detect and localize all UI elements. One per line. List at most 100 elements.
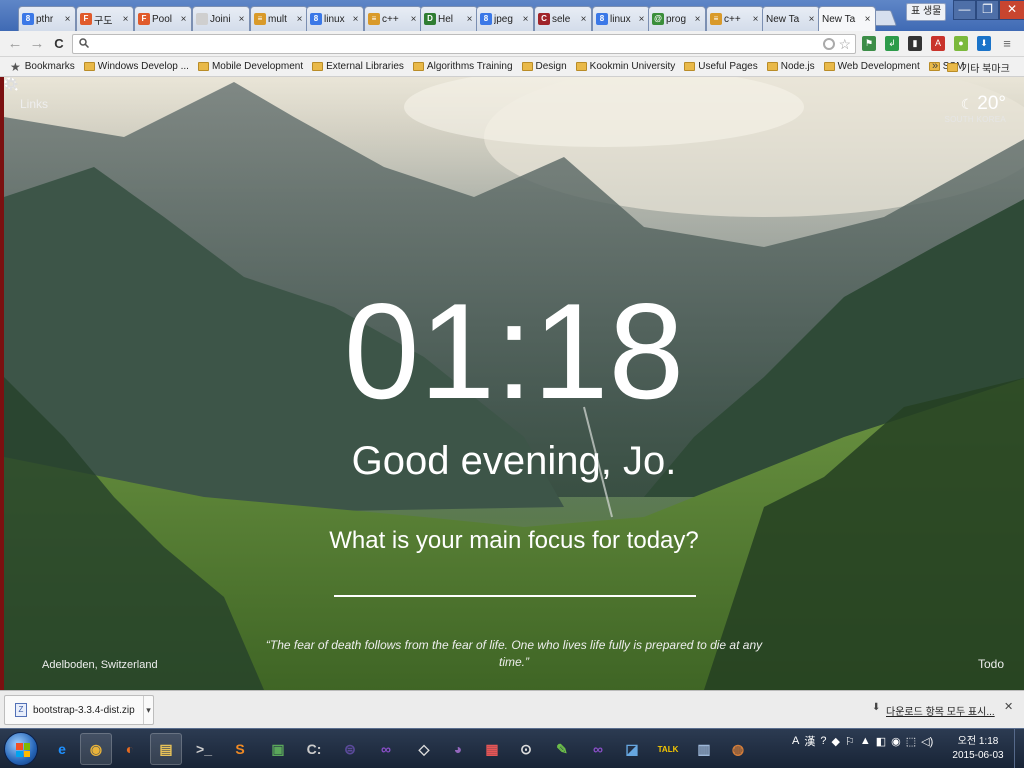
eclipse-terminal-icon[interactable]: ▣ bbox=[262, 733, 294, 765]
tab-close-icon[interactable]: × bbox=[351, 14, 360, 25]
browser-tab[interactable]: Joini × bbox=[192, 6, 250, 31]
browser-tab[interactable]: Csele × bbox=[534, 6, 592, 31]
bookmark-folder[interactable]: Node.js bbox=[766, 61, 815, 72]
browser-tab[interactable]: 8 linux × bbox=[592, 6, 650, 31]
tray-icon[interactable]: ⚐ bbox=[845, 735, 855, 748]
minimize-button[interactable]: — bbox=[953, 0, 976, 20]
nodejs-icon[interactable]: ⊙ bbox=[510, 733, 542, 765]
bookmark-folder[interactable]: Windows Develop ... bbox=[83, 61, 189, 72]
omnibox-input[interactable] bbox=[93, 36, 813, 52]
browser-tab[interactable]: 8 linux × bbox=[306, 6, 364, 31]
restore-button[interactable]: ❐ bbox=[976, 0, 999, 20]
browser-tab[interactable]: ≡ c++ × bbox=[364, 6, 422, 31]
bookmark-folder[interactable]: Kookmin University bbox=[575, 61, 675, 72]
browser-tab[interactable]: New Ta × bbox=[762, 6, 820, 31]
tray-icon[interactable]: ⬚ bbox=[906, 735, 916, 748]
tab-close-icon[interactable]: × bbox=[751, 14, 760, 25]
show-all-downloads-link[interactable]: 다운로드 항목 모두 표시... bbox=[886, 703, 995, 718]
paint-icon[interactable]: ◍ bbox=[722, 733, 754, 765]
download-menu-button[interactable]: ▾ bbox=[143, 696, 153, 724]
tab-close-icon[interactable]: × bbox=[465, 14, 474, 25]
tab-close-icon[interactable]: × bbox=[409, 14, 418, 25]
sublime-text-icon[interactable]: S bbox=[224, 733, 256, 765]
chrome-icon[interactable]: ◉ bbox=[80, 733, 112, 765]
tab-close-icon[interactable]: × bbox=[521, 14, 530, 25]
tray-icon[interactable]: 漢 bbox=[804, 733, 815, 749]
internet-explorer-icon[interactable]: e bbox=[46, 733, 78, 765]
unity-icon[interactable]: ◇ bbox=[408, 733, 440, 765]
back-button[interactable]: ← bbox=[6, 35, 24, 53]
start-button[interactable] bbox=[4, 732, 38, 766]
download-extension-icon[interactable]: ⬇ bbox=[977, 36, 991, 51]
visual-studio-2-icon[interactable]: ∞ bbox=[582, 733, 614, 765]
tray-icon[interactable]: ◧ bbox=[876, 735, 886, 748]
show-desktop-button[interactable] bbox=[1014, 729, 1024, 768]
tab-close-icon[interactable]: × bbox=[863, 14, 872, 25]
browser-tab[interactable]: 8 jpeg × bbox=[476, 6, 534, 31]
bookmark-folder[interactable]: Useful Pages bbox=[684, 61, 758, 72]
calculator-icon[interactable]: ▥ bbox=[688, 733, 720, 765]
forward-button[interactable]: → bbox=[28, 35, 46, 53]
tab-close-icon[interactable]: × bbox=[237, 14, 246, 25]
firefox-icon[interactable]: ◐ bbox=[114, 733, 146, 765]
tab-close-icon[interactable]: × bbox=[179, 14, 188, 25]
tray-icon[interactable]: ▲ bbox=[860, 735, 871, 747]
browser-tab[interactable]: F Pool × bbox=[134, 6, 192, 31]
tray-icon[interactable]: ◆ bbox=[831, 735, 839, 748]
browser-tab[interactable]: ≡ mult × bbox=[250, 6, 308, 31]
terminal-icon[interactable]: >_ bbox=[188, 733, 220, 765]
settings-gear-icon[interactable] bbox=[4, 77, 18, 91]
tray-icon[interactable]: ? bbox=[820, 735, 826, 747]
download-item[interactable]: Z bootstrap-3.3.4-dist.zip ▾ bbox=[4, 695, 154, 725]
photo-location[interactable]: Adelboden, Switzerland bbox=[42, 659, 158, 671]
bookmark-folder[interactable]: Web Development bbox=[823, 61, 920, 72]
pdf-extension-icon[interactable]: A bbox=[931, 36, 945, 51]
kakaotalk-icon[interactable]: TALK bbox=[652, 733, 684, 765]
bookmarks-overflow-button[interactable]: » bbox=[932, 60, 938, 72]
eclipse-icon[interactable]: ⊜ bbox=[334, 733, 366, 765]
tab-close-icon[interactable]: × bbox=[693, 14, 702, 25]
github-icon[interactable]: ◕ bbox=[442, 733, 474, 765]
todo-button[interactable]: Todo bbox=[978, 657, 1004, 671]
weather-widget[interactable]: ☾ 20° SOUTH KOREA bbox=[944, 93, 1006, 124]
tray-icon[interactable]: ◁) bbox=[921, 735, 933, 748]
browser-tab[interactable]: D Hel × bbox=[420, 6, 478, 31]
browser-tab[interactable]: ≡ c++ × bbox=[706, 6, 764, 31]
tab-close-icon[interactable]: × bbox=[807, 14, 816, 25]
bookmark-folder[interactable]: External Libraries bbox=[312, 61, 404, 72]
browser-tab[interactable]: 8 pthr × bbox=[18, 6, 76, 31]
flag-extension-icon[interactable]: ⚑ bbox=[862, 36, 876, 51]
grid-app-icon[interactable]: ▦ bbox=[476, 733, 508, 765]
tab-close-icon[interactable]: × bbox=[637, 14, 646, 25]
android-extension-icon[interactable]: ● bbox=[954, 36, 968, 51]
links-button[interactable]: Links bbox=[20, 97, 48, 111]
tab-close-icon[interactable]: × bbox=[295, 14, 304, 25]
record-icon[interactable] bbox=[823, 38, 835, 50]
reload-button[interactable]: C bbox=[50, 35, 68, 53]
bookmark-folder[interactable]: Mobile Development bbox=[197, 61, 303, 72]
bookmark-star-icon[interactable]: ☆ bbox=[838, 36, 851, 53]
taskbar-clock[interactable]: 오전 1:18 2015-06-03 bbox=[948, 735, 1008, 763]
tray-icon[interactable]: A bbox=[792, 735, 799, 747]
tab-close-icon[interactable]: × bbox=[63, 14, 72, 25]
omnibox[interactable]: ☆ bbox=[72, 34, 856, 54]
close-download-shelf-button[interactable]: ✕ bbox=[1004, 700, 1013, 713]
profile-button[interactable]: 표 생물 bbox=[906, 3, 947, 21]
close-window-button[interactable]: ✕ bbox=[999, 0, 1024, 20]
command-prompt-icon[interactable]: C: bbox=[298, 733, 330, 765]
file-explorer-icon[interactable]: ▤ bbox=[150, 733, 182, 765]
bookmark-apps[interactable]: Bookmarks bbox=[25, 61, 75, 72]
visual-studio-icon[interactable]: ∞ bbox=[370, 733, 402, 765]
other-bookmarks[interactable]: 기타 북마크 bbox=[947, 60, 1010, 75]
green-arrow-extension-icon[interactable]: ↲ bbox=[885, 36, 899, 51]
tray-icon[interactable]: ◉ bbox=[891, 735, 901, 748]
tab-close-icon[interactable]: × bbox=[121, 14, 130, 25]
tab-close-icon[interactable]: × bbox=[579, 14, 588, 25]
browser-tab[interactable]: @ prog × bbox=[648, 6, 706, 31]
bookmark-extension-icon[interactable]: ▮ bbox=[908, 36, 922, 51]
focus-input[interactable] bbox=[334, 557, 696, 597]
browser-tab[interactable]: New Ta × bbox=[818, 6, 876, 31]
bookmark-folder[interactable]: Design bbox=[521, 61, 567, 72]
chrome-menu-icon[interactable]: ≡ bbox=[1000, 36, 1014, 51]
bookmark-folder[interactable]: Algorithms Training bbox=[412, 61, 513, 72]
